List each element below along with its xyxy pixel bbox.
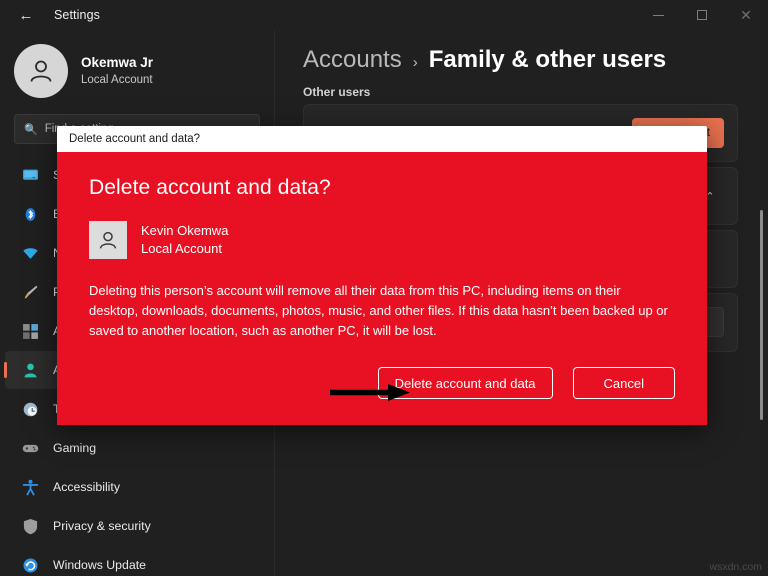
sidebar-profile[interactable]: Okemwa Jr Local Account xyxy=(0,30,274,112)
delete-account-and-data-button[interactable]: Delete account and data xyxy=(378,367,553,399)
sidebar-item-label: Accessibility xyxy=(53,480,120,494)
minimize-button[interactable] xyxy=(636,0,680,30)
maximize-button[interactable] xyxy=(680,0,724,30)
window-titlebar: ← Settings ✕ xyxy=(0,0,768,30)
accounts-person-icon xyxy=(22,362,39,379)
dialog-titlebar-text: Delete account and data? xyxy=(69,133,200,145)
dialog-account-summary: Kevin Okemwa Local Account xyxy=(89,221,675,259)
settings-window: ← Settings ✕ Okemwa Jr Local Account 🔍 F… xyxy=(0,0,768,576)
accessibility-person-icon xyxy=(22,479,39,496)
dialog-body-text: Deleting this person’s account will remo… xyxy=(89,281,669,341)
sidebar-item-windows-update[interactable]: Windows Update xyxy=(5,546,266,576)
system-monitor-icon xyxy=(22,167,39,184)
sidebar-item-accessibility[interactable]: Accessibility xyxy=(5,468,266,506)
bluetooth-icon xyxy=(22,206,39,223)
page-title: Family & other users xyxy=(429,46,666,74)
person-avatar-icon xyxy=(89,221,127,259)
wifi-icon xyxy=(22,245,39,262)
sidebar-item-privacy-security[interactable]: Privacy & security xyxy=(5,507,266,545)
search-icon: 🔍 xyxy=(24,123,38,136)
window-controls: ✕ xyxy=(636,0,768,30)
dialog-actions: Delete account and data Cancel xyxy=(378,367,675,399)
sidebar-item-label: Windows Update xyxy=(53,558,146,572)
dialog-body: Delete account and data? Kevin Okemwa Lo… xyxy=(57,152,707,425)
delete-account-dialog: Delete account and data? Delete account … xyxy=(57,126,707,425)
back-arrow-icon[interactable]: ← xyxy=(8,0,44,30)
breadcrumb-root[interactable]: Accounts xyxy=(303,46,402,74)
update-refresh-icon xyxy=(22,557,39,574)
gamepad-icon xyxy=(22,440,39,457)
dialog-account-type: Local Account xyxy=(141,240,228,258)
watermark: wsxdn.com xyxy=(709,561,762,573)
breadcrumb: Accounts › Family & other users xyxy=(276,30,768,74)
dialog-titlebar: Delete account and data? xyxy=(57,126,707,152)
sidebar-item-gaming[interactable]: Gaming xyxy=(5,429,266,467)
chevron-right-icon: › xyxy=(413,54,418,71)
shield-icon xyxy=(22,518,39,535)
clock-globe-icon xyxy=(22,401,39,418)
sidebar-item-label: Gaming xyxy=(53,441,96,455)
apps-grid-icon xyxy=(22,323,39,340)
profile-name: Okemwa Jr xyxy=(81,55,153,72)
window-title: Settings xyxy=(54,8,100,22)
profile-account-type: Local Account xyxy=(81,73,153,87)
person-avatar-icon xyxy=(14,44,68,98)
content-scrollbar[interactable] xyxy=(760,210,763,420)
dialog-account-name: Kevin Okemwa xyxy=(141,222,228,240)
sidebar-item-label: Privacy & security xyxy=(53,519,151,533)
other-users-heading: Other users xyxy=(303,85,768,99)
cancel-button[interactable]: Cancel xyxy=(573,367,675,399)
dialog-heading: Delete account and data? xyxy=(89,176,675,200)
close-button[interactable]: ✕ xyxy=(724,0,768,30)
paintbrush-icon xyxy=(22,284,39,301)
